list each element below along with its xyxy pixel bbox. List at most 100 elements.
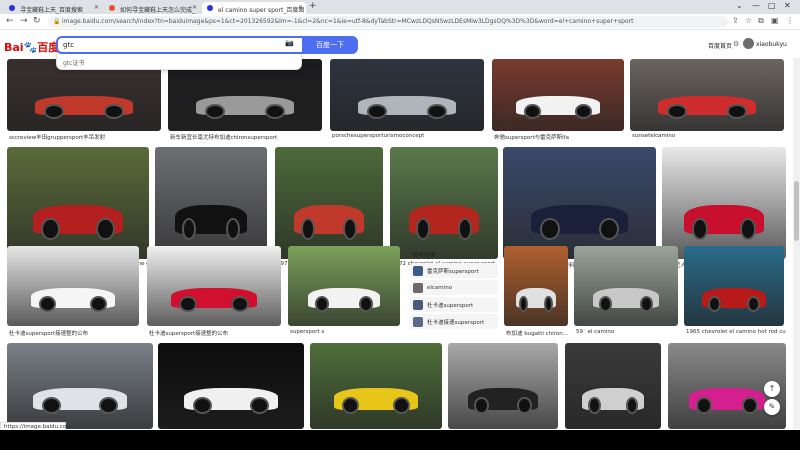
related-item[interactable]: 雷克萨斯supersport xyxy=(410,263,498,278)
wheel-shape xyxy=(747,296,760,313)
screen-bottom-bar xyxy=(0,430,800,450)
image-result[interactable] xyxy=(630,59,784,131)
lock-icon: 🔒 xyxy=(53,18,61,25)
related-thumb xyxy=(413,282,423,293)
baidu-favicon-icon xyxy=(9,5,15,11)
image-result[interactable] xyxy=(503,147,656,259)
related-item[interactable]: 杜卡迪supersport xyxy=(410,297,498,312)
close-icon[interactable]: ✕ xyxy=(192,4,197,11)
image-caption[interactable]: 59´ el camino xyxy=(576,329,680,335)
image-result[interactable] xyxy=(147,246,281,326)
image-caption[interactable]: 杜卡迪supersport接速整的公布 xyxy=(149,329,283,337)
address-bar-row: ← → ↻ 🔒 image.baidu.com/search/index?tn=… xyxy=(0,14,800,30)
site-favicon-icon xyxy=(109,5,115,11)
image-result[interactable] xyxy=(155,147,267,259)
wheel-shape xyxy=(193,397,212,415)
related-label: 雷克萨斯supersport xyxy=(427,268,479,275)
wheel-shape xyxy=(96,217,115,240)
image-caption[interactable]: 杜卡迪supersport接速整的公布 xyxy=(9,329,141,337)
wheel-shape xyxy=(519,296,528,313)
image-result[interactable] xyxy=(574,246,678,326)
image-result[interactable] xyxy=(7,246,139,326)
close-icon[interactable]: ✕ xyxy=(298,4,303,11)
bookmark-star-icon[interactable]: ☆ xyxy=(745,16,752,25)
scrollbar-thumb[interactable] xyxy=(794,181,799,241)
wheel-shape xyxy=(544,296,553,313)
wheel-shape xyxy=(343,217,358,240)
wheel-shape xyxy=(204,104,225,119)
image-result[interactable] xyxy=(390,147,498,259)
wheel-shape xyxy=(691,217,708,240)
image-result[interactable] xyxy=(310,343,442,429)
close-window-button[interactable]: ✕ xyxy=(784,1,791,10)
page-scrollbar[interactable] xyxy=(793,31,800,429)
image-caption[interactable]: sccreview丰田gruppersport丰吊发射 xyxy=(9,133,163,141)
related-item[interactable]: 杜卡迪接速supersport xyxy=(410,314,498,329)
image-result[interactable] xyxy=(288,246,400,326)
image-result[interactable] xyxy=(492,59,624,131)
image-caption[interactable]: porschesupersporturismoconcept xyxy=(332,133,486,139)
wheel-shape xyxy=(181,217,197,240)
tab-search-icon[interactable]: ⌄ xyxy=(736,1,743,10)
tab-title: 寻宝藏鞋上天_百度搜索 xyxy=(20,7,84,14)
image-result[interactable] xyxy=(662,147,786,259)
image-result[interactable] xyxy=(275,147,383,259)
tab-2[interactable]: 如何寻宝藏鞋上天怎么完成_ ✕ xyxy=(104,2,200,14)
related-label: elcamino xyxy=(427,284,453,291)
wheel-shape xyxy=(99,397,118,415)
sidebar-icon[interactable]: ▣ xyxy=(771,16,779,25)
minimize-button[interactable]: — xyxy=(752,1,760,10)
image-caption[interactable]: 1965 chevrolet el camino hot rod cu... xyxy=(686,329,786,335)
user-name[interactable]: xiaobukyu xyxy=(756,41,787,48)
image-result[interactable] xyxy=(7,343,153,429)
url-field[interactable]: 🔒 image.baidu.com/search/index?tn=baidui… xyxy=(48,16,728,28)
wheel-shape xyxy=(588,397,601,415)
share-icon[interactable]: ⇪ xyxy=(732,16,739,25)
tab-3-active[interactable]: el camino super sport_百度图 ✕ xyxy=(202,2,306,14)
tab-title: 如何寻宝藏鞋上天怎么完成_ xyxy=(120,7,196,14)
baidu-logo[interactable]: Bai🐾百度 xyxy=(4,39,59,55)
search-input[interactable]: gtc xyxy=(56,36,302,54)
image-caption[interactable]: supersport s xyxy=(290,329,402,335)
image-result[interactable] xyxy=(7,147,149,259)
related-item[interactable]: elcamino xyxy=(410,280,498,295)
paw-icon: 🐾 xyxy=(23,41,38,54)
image-result[interactable] xyxy=(448,343,558,429)
search-suggestion[interactable]: gtc证书 xyxy=(56,54,302,70)
image-result[interactable] xyxy=(330,59,484,131)
back-icon[interactable]: ← xyxy=(6,16,14,26)
back-to-top-button[interactable]: ↑ xyxy=(764,381,780,397)
tab-1[interactable]: 寻宝藏鞋上天_百度搜索 ✕ xyxy=(4,2,102,14)
gear-icon[interactable]: ⚙ xyxy=(733,40,739,48)
search-button[interactable]: 百度一下 xyxy=(302,36,358,54)
wheel-shape xyxy=(38,296,56,313)
avatar[interactable] xyxy=(743,38,754,49)
related-thumb xyxy=(413,299,423,310)
wheel-shape xyxy=(539,217,560,240)
home-link[interactable]: 百度首页 xyxy=(708,41,732,50)
image-result[interactable] xyxy=(504,246,568,326)
forward-icon[interactable]: → xyxy=(20,16,28,26)
image-caption[interactable]: 奔驰supersport与雷克萨斯lfa xyxy=(494,133,626,141)
reload-icon[interactable]: ↻ xyxy=(33,16,41,26)
image-caption[interactable]: 新车新宜长毫尤特布加迪chironsupersport xyxy=(170,133,324,141)
edit-icon[interactable]: ✎ xyxy=(764,399,780,415)
wheel-shape xyxy=(474,397,489,415)
baidu-favicon-icon xyxy=(207,5,213,11)
menu-icon[interactable]: ⋮ xyxy=(786,16,794,25)
wheel-shape xyxy=(265,104,286,119)
extensions-icon[interactable]: ⧉ xyxy=(758,16,764,26)
new-tab-button[interactable]: + xyxy=(309,1,317,11)
wheel-shape xyxy=(666,104,687,119)
image-result[interactable] xyxy=(684,246,784,326)
suggestion-text: gtc证书 xyxy=(63,60,85,67)
camera-icon[interactable]: 📷 xyxy=(285,39,294,47)
image-result[interactable] xyxy=(158,343,304,429)
image-caption[interactable]: 布加迪 bugatti chiron... xyxy=(506,329,570,337)
image-result[interactable] xyxy=(565,343,661,429)
maximize-button[interactable]: □ xyxy=(768,1,776,10)
close-icon[interactable]: ✕ xyxy=(94,4,99,11)
image-caption[interactable]: sunsetelcamino xyxy=(632,133,786,139)
wheel-shape xyxy=(575,104,593,119)
wheel-shape xyxy=(231,296,249,313)
